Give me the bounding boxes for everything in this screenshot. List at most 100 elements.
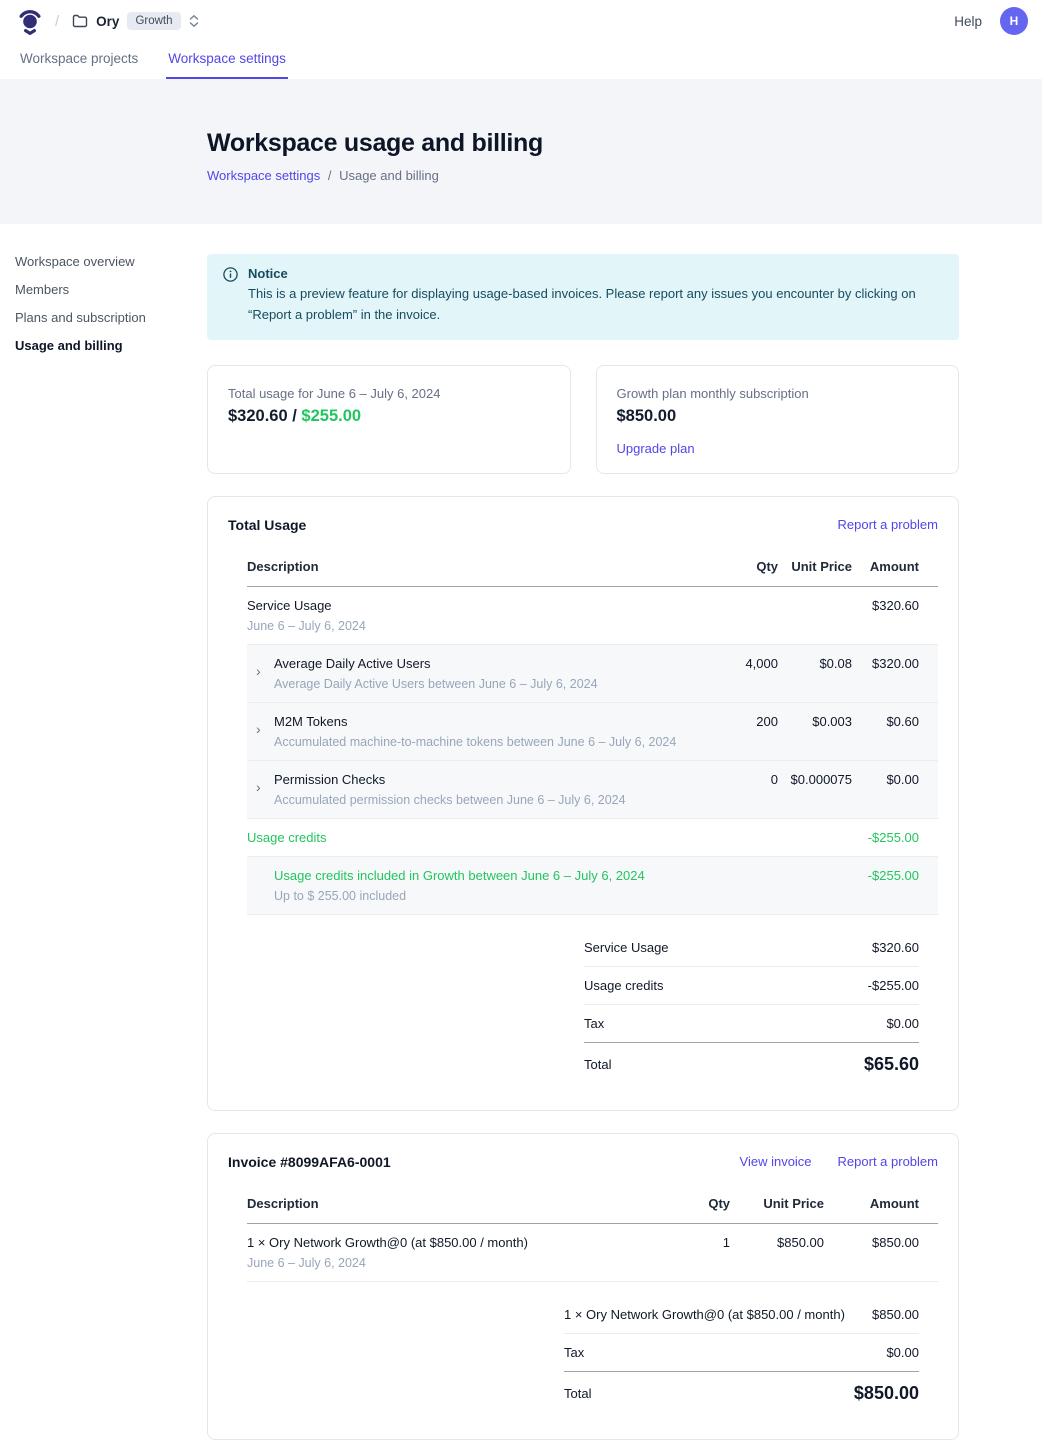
row-amount: $0.60 [852,713,919,730]
summary-row-service-usage: Service Usage $320.60 [584,929,919,967]
row-amount: -$255.00 [852,829,919,846]
table-row-usage-credits-detail: Usage credits included in Growth between… [247,857,938,915]
notice-body: This is a preview feature for displaying… [248,284,943,326]
page-title: Workspace usage and billing [207,129,1042,158]
row-unit-price: $0.003 [778,713,852,730]
col-amount: Amount [824,1196,919,1211]
nav-divider-slash: / [55,13,59,30]
notice-title: Notice [248,266,943,281]
chevron-right-icon[interactable]: › [247,663,274,679]
report-a-problem-link[interactable]: Report a problem [838,1154,938,1169]
col-description: Description [247,559,708,574]
report-a-problem-link[interactable]: Report a problem [838,517,938,532]
row-amount: $850.00 [824,1234,919,1251]
total-usage-card-value: $320.60 / $255.00 [228,407,550,426]
workspace-plan-badge: Growth [127,12,180,30]
row-amount: $320.00 [852,655,919,672]
subscription-card-value: $850.00 [617,407,939,426]
row-unit-price: $0.000075 [778,771,852,788]
view-invoice-link[interactable]: View invoice [740,1154,812,1169]
usage-separator: / [288,407,302,425]
help-link[interactable]: Help [954,14,982,29]
row-amount: -$255.00 [852,867,919,884]
summary-value: $850.00 [872,1307,919,1322]
summary-label: Tax [564,1345,584,1360]
tab-workspace-projects[interactable]: Workspace projects [18,42,140,79]
row-title: Permission Checks [274,771,626,788]
invoice-panel: Invoice #8099AFA6-0001 View invoice Repo… [207,1133,959,1440]
total-usage-panel: Total Usage Report a problem Description… [207,496,959,1111]
sidebar-item-usage-and-billing[interactable]: Usage and billing [15,338,185,353]
upgrade-plan-link[interactable]: Upgrade plan [617,441,695,456]
col-qty: Qty [708,559,778,574]
summary-label: Total [584,1057,611,1072]
summary-row-tax: Tax $0.00 [584,1005,919,1043]
breadcrumb-current: Usage and billing [339,168,439,183]
usage-included-amount: $255.00 [301,407,361,425]
row-unit-price: $850.00 [730,1234,824,1251]
row-qty: 4,000 [708,655,778,672]
row-subtitle: June 6 – July 6, 2024 [247,618,366,634]
summary-value: -$255.00 [868,978,919,993]
table-row-m2m-tokens[interactable]: › M2M Tokens Accumulated machine-to-mach… [247,703,938,761]
sidebar-item-members[interactable]: Members [15,282,185,297]
ory-logo-icon [18,8,42,35]
row-subtitle: Accumulated permission checks between Ju… [274,792,626,808]
workspace-switcher[interactable]: Ory Growth [72,12,198,30]
breadcrumb: Workspace settings / Usage and billing [207,168,1042,183]
row-title: M2M Tokens [274,713,676,730]
invoice-panel-title: Invoice #8099AFA6-0001 [228,1154,391,1170]
table-row-service-usage: Service Usage June 6 – July 6, 2024 $320… [247,587,938,645]
row-qty: 200 [708,713,778,730]
chevron-right-icon[interactable]: › [247,721,274,737]
summary-total-value: $850.00 [854,1383,919,1404]
chevron-right-icon[interactable]: › [247,779,274,795]
row-title: Usage credits [247,829,326,846]
tab-workspace-settings[interactable]: Workspace settings [166,42,288,79]
summary-value: $0.00 [886,1345,919,1360]
row-subtitle: Up to $ 255.00 included [274,888,645,904]
invoice-table-row-growth-plan: 1 × Ory Network Growth@0 (at $850.00 / m… [247,1224,938,1282]
row-title: Usage credits included in Growth between… [274,867,645,884]
total-usage-card-label: Total usage for June 6 – July 6, 2024 [228,386,550,401]
col-qty: Qty [670,1196,730,1211]
sidebar-item-workspace-overview[interactable]: Workspace overview [15,254,185,269]
usage-table-header: Description Qty Unit Price Amount [247,553,938,587]
folder-icon [72,14,88,28]
table-row-permission-checks[interactable]: › Permission Checks Accumulated permissi… [247,761,938,819]
col-description: Description [247,1196,670,1211]
breadcrumb-link-workspace-settings[interactable]: Workspace settings [207,168,320,183]
summary-row-total: Total $850.00 [564,1371,919,1415]
row-amount: $0.00 [852,771,919,788]
notice-banner: Notice This is a preview feature for dis… [207,254,959,340]
summary-label: Tax [584,1016,604,1031]
hero-section: Workspace usage and billing Workspace se… [0,79,1042,224]
row-subtitle: Average Daily Active Users between June … [274,676,598,692]
col-amount: Amount [852,559,919,574]
breadcrumb-separator: / [328,168,332,183]
summary-row-usage-credits: Usage credits -$255.00 [584,967,919,1005]
workspace-tabs: Workspace projects Workspace settings [0,42,1042,79]
row-qty: 1 [670,1234,730,1251]
row-amount: $320.60 [852,597,919,614]
row-qty: 0 [708,771,778,788]
avatar[interactable]: H [1000,7,1028,35]
row-subtitle: Accumulated machine-to-machine tokens be… [274,734,676,750]
summary-label: Total [564,1386,591,1401]
total-usage-card: Total usage for June 6 – July 6, 2024 $3… [207,365,571,474]
sidebar-item-plans-and-subscription[interactable]: Plans and subscription [15,310,185,325]
row-title: 1 × Ory Network Growth@0 (at $850.00 / m… [247,1234,528,1251]
chevron-updown-icon[interactable] [189,14,199,28]
row-subtitle: June 6 – July 6, 2024 [247,1255,528,1271]
settings-sidebar: Workspace overview Members Plans and sub… [15,254,185,366]
row-title: Average Daily Active Users [274,655,598,672]
summary-row-tax: Tax $0.00 [564,1334,919,1372]
summary-label: Service Usage [584,940,669,955]
table-row-average-daily-active-users[interactable]: › Average Daily Active Users Average Dai… [247,645,938,703]
usage-summary: Service Usage $320.60 Usage credits -$25… [584,929,938,1086]
row-unit-price: $0.08 [778,655,852,672]
total-usage-panel-title: Total Usage [228,517,306,533]
invoice-summary: 1 × Ory Network Growth@0 (at $850.00 / m… [564,1296,938,1415]
top-nav: / Ory Growth Help H [0,0,1042,42]
summary-label: 1 × Ory Network Growth@0 (at $850.00 / m… [564,1307,845,1322]
